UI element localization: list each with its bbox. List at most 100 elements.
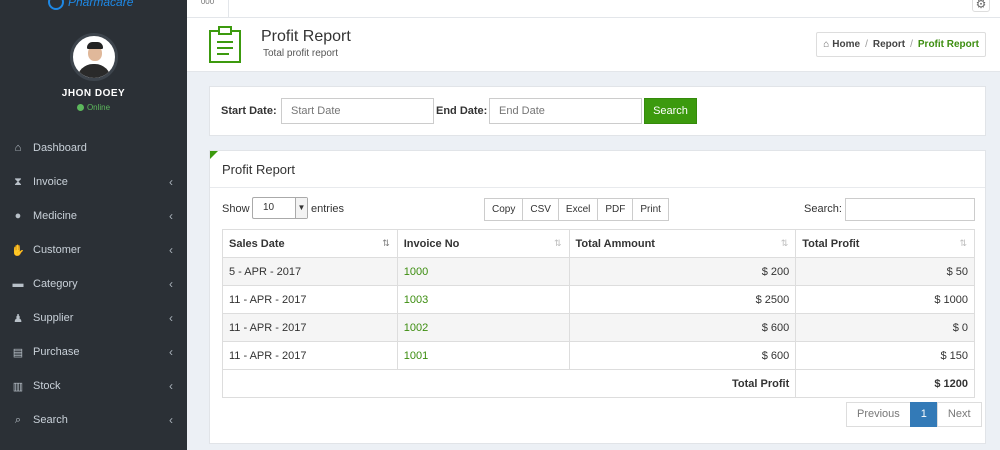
sidebar-item-label: Search — [33, 414, 68, 426]
cell-invoice[interactable]: 1000 — [396, 257, 570, 286]
sidebar-item-category[interactable]: ▬ Category ‹ — [0, 267, 187, 301]
logo-icon — [48, 0, 64, 10]
breadcrumb-current: Profit Report — [917, 39, 979, 50]
table-body: 5 - APR - 2017 1000 $ 200 $ 50 11 - APR - 20… — [222, 257, 975, 370]
table-search-label: Search: — [804, 203, 842, 215]
sidebar-item-supplier[interactable]: ♟ Supplier ‹ — [0, 301, 187, 335]
chevron-left-icon: ‹ — [169, 175, 173, 189]
cell-profit: $ 0 — [795, 313, 975, 342]
cell-profit: $ 1000 — [795, 285, 975, 314]
chevron-left-icon: ‹ — [169, 379, 173, 393]
sort-icon: ⇅ — [959, 238, 967, 248]
cell-amount: $ 600 — [568, 313, 797, 342]
entries-select[interactable]: 10 ▼ — [252, 197, 308, 219]
page-subtitle: Total profit report — [263, 48, 339, 59]
top-tab[interactable]: 000 — [187, 0, 229, 18]
table-row: 5 - APR - 2017 1000 $ 200 $ 50 — [222, 257, 975, 286]
pdf-button[interactable]: PDF — [597, 198, 634, 221]
home-icon[interactable]: ⌂ — [823, 39, 829, 50]
sidebar-item-customer[interactable]: ✋ Customer ‹ — [0, 233, 187, 267]
print-button[interactable]: Print — [632, 198, 669, 221]
clipboard-icon — [209, 26, 241, 63]
cell-date: 5 - APR - 2017 — [222, 257, 398, 286]
cell-date: 11 - APR - 2017 — [222, 341, 398, 370]
column-header-sales-date[interactable]: Sales Date ⇅ — [222, 229, 398, 258]
copy-button[interactable]: Copy — [484, 198, 524, 221]
sidebar-item-medicine[interactable]: ● Medicine ‹ — [0, 199, 187, 233]
avatar[interactable] — [70, 33, 118, 81]
cart-icon: ▬ — [12, 278, 24, 290]
cell-invoice[interactable]: 1001 — [396, 341, 570, 370]
sidebar-item-label: Supplier — [33, 312, 74, 324]
brand-name: Pharmacare — [68, 0, 134, 9]
sort-icon: ⇅ — [780, 238, 789, 248]
sidebar-item-label: Purchase — [33, 346, 80, 358]
column-header-total-amount[interactable]: Total Ammount ⇅ — [568, 229, 797, 258]
table-header-row: Sales Date ⇅ Invoice No ⇅ Total Ammount ⇅ T… — [222, 229, 975, 258]
cell-profit: $ 50 — [795, 257, 975, 286]
cell-amount: $ 2500 — [568, 285, 797, 314]
chevron-left-icon: ‹ — [169, 209, 173, 223]
entries-value: 10 — [263, 202, 275, 213]
user-status: Online — [0, 103, 187, 112]
entries-label: entries — [311, 203, 345, 215]
sidebar-item-search[interactable]: ⌕ Search ‹ — [0, 403, 187, 437]
breadcrumb-report[interactable]: Report — [873, 39, 905, 50]
home-icon: ⌂ — [14, 142, 22, 154]
page-1-button[interactable]: 1 — [909, 402, 938, 427]
csv-button[interactable]: CSV — [522, 198, 559, 221]
panel-corner-marker — [210, 151, 218, 159]
cell-amount: $ 600 — [568, 341, 797, 370]
sidebar-item-label: Invoice — [33, 176, 68, 188]
profit-table: Sales Date ⇅ Invoice No ⇅ Total Ammount ⇅ T… — [221, 229, 975, 398]
sort-icon: ⇅ — [553, 238, 562, 248]
cell-invoice[interactable]: 1002 — [396, 313, 570, 342]
sidebar: Pharmacare JHON DOEY Online ⌂ Dashboard ⧗ I… — [0, 0, 187, 450]
chevron-left-icon: ‹ — [169, 311, 173, 325]
panel-title: Profit Report — [222, 162, 295, 177]
table-row: 11 - APR - 2017 1001 $ 600 $ 150 — [222, 341, 975, 370]
cell-invoice[interactable]: 1003 — [396, 285, 570, 314]
total-profit-label: Total Profit — [221, 369, 797, 398]
excel-button[interactable]: Excel — [557, 198, 599, 221]
sidebar-item-label: Category — [33, 278, 78, 290]
page-header: Profit Report Total profit report ⌂ Home… — [187, 18, 1000, 72]
previous-page-button[interactable]: Previous — [846, 402, 911, 427]
chevron-left-icon: ‹ — [169, 345, 173, 359]
end-date-input[interactable] — [489, 98, 642, 124]
page-title: Profit Report — [261, 28, 351, 45]
sort-asc-icon: ⇅ — [382, 238, 390, 248]
sidebar-item-label: Medicine — [33, 210, 78, 222]
next-page-button[interactable]: Next — [936, 402, 982, 427]
pagination: Previous 1 Next — [846, 402, 982, 427]
column-header-invoice-no[interactable]: Invoice No ⇅ — [396, 229, 570, 258]
person-icon: ♟ — [13, 312, 23, 325]
end-date-label: End Date: — [436, 105, 488, 117]
sidebar-item-stock[interactable]: ▥ Stock ‹ — [0, 369, 187, 403]
bar-chart-icon: ▥ — [12, 380, 24, 393]
start-date-input[interactable] — [281, 98, 434, 124]
cell-date: 11 - APR - 2017 — [222, 285, 398, 314]
table-row: 11 - APR - 2017 1002 $ 600 $ 0 — [222, 313, 975, 342]
table-search-input[interactable] — [845, 198, 975, 221]
settings-gear-icon[interactable]: ⚙ — [972, 0, 990, 12]
breadcrumb-home[interactable]: Home — [832, 39, 860, 50]
show-label: Show — [222, 203, 250, 215]
sidebar-item-purchase[interactable]: ▤ Purchase ‹ — [0, 335, 187, 369]
chevron-left-icon: ‹ — [169, 243, 173, 257]
cell-amount: $ 200 — [568, 257, 797, 286]
document-icon: ▤ — [12, 346, 24, 359]
cell-profit: $ 150 — [795, 341, 975, 370]
sidebar-item-dashboard[interactable]: ⌂ Dashboard — [0, 131, 187, 165]
pill-icon: ● — [14, 210, 22, 222]
sidebar-nav: ⌂ Dashboard ⧗ Invoice ‹ ● Medicine ‹ ✋ Customer ‹ ▬… — [0, 131, 187, 437]
cell-date: 11 - APR - 2017 — [222, 313, 398, 342]
table-row: 11 - APR - 2017 1003 $ 2500 $ 1000 — [222, 285, 975, 314]
breadcrumb: ⌂ Home / Report / Profit Report — [816, 32, 986, 57]
column-header-total-profit[interactable]: Total Profit ⇅ — [795, 229, 975, 258]
brand-logo[interactable]: Pharmacare — [0, 0, 187, 12]
sidebar-item-invoice[interactable]: ⧗ Invoice ‹ — [0, 165, 187, 199]
chevron-left-icon: ‹ — [169, 413, 173, 427]
sidebar-item-label: Customer — [33, 244, 81, 256]
search-button[interactable]: Search — [644, 98, 697, 124]
